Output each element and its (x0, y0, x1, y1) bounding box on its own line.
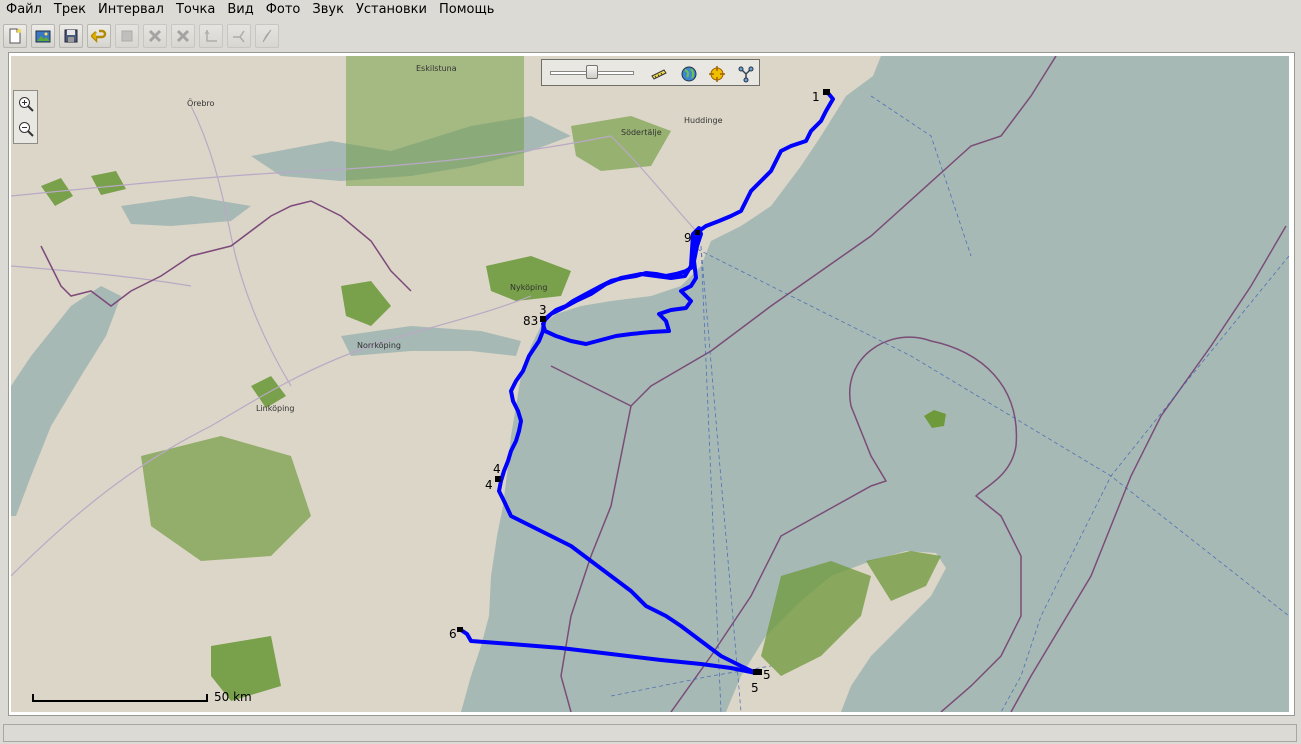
point-label-6: 6 (449, 627, 457, 641)
city-label-orebro: Örebro (187, 98, 215, 108)
city-label-norrkoping: Norrköping (357, 341, 401, 350)
menu-track[interactable]: Трек (48, 0, 92, 20)
menu-audio[interactable]: Звук (306, 0, 350, 20)
edit-button[interactable] (115, 24, 139, 48)
point-label-5b: 5 (751, 681, 759, 695)
city-label-linkoping: Linköping (256, 404, 294, 413)
zoom-in-button[interactable] (14, 91, 37, 116)
menu-bar: Файл Трек Интервал Точка Вид Фото Звук У… (0, 0, 1301, 20)
menu-range[interactable]: Интервал (92, 0, 170, 20)
small-island (924, 410, 946, 428)
undo-icon (91, 29, 107, 44)
point-label-5a: 5 (763, 668, 771, 682)
save-button[interactable] (59, 24, 83, 48)
zoom-out-icon (18, 121, 34, 137)
city-label-sodertalje: Södertälje (621, 128, 662, 137)
menu-settings[interactable]: Установки (350, 0, 433, 20)
delete-point-button[interactable] (143, 24, 167, 48)
status-bar (3, 724, 1297, 742)
ruler-icon[interactable] (650, 65, 668, 83)
split-icon (233, 30, 245, 43)
map-svg: 1 9 3 83 4 4 6 5 5 Eskilstuna Örebro Sto… (11, 56, 1289, 712)
new-button[interactable] (3, 24, 27, 48)
delete-point-icon (148, 29, 162, 43)
point-label-3: 3 (539, 303, 547, 317)
delete-range-button[interactable] (171, 24, 195, 48)
autopan-icon[interactable] (708, 65, 726, 83)
split-button[interactable] (227, 24, 251, 48)
zoom-out-button[interactable] (14, 116, 37, 141)
connect-points-icon[interactable] (737, 65, 755, 83)
undo-button[interactable] (87, 24, 111, 48)
menu-file[interactable]: Файл (0, 0, 48, 20)
transparency-slider-thumb[interactable] (586, 65, 598, 79)
scale-tick-right (206, 694, 208, 702)
zoom-control (13, 90, 38, 144)
connect-icon (204, 30, 217, 42)
scale-tick-left (32, 694, 34, 702)
toolbar (0, 22, 1301, 50)
scale-line (32, 700, 208, 702)
point-label-83: 83 (523, 314, 538, 328)
delete-range-icon (176, 29, 190, 43)
menu-help[interactable]: Помощь (433, 0, 500, 20)
connect-button[interactable] (199, 24, 223, 48)
scale-bar (32, 694, 208, 704)
save-icon (64, 29, 78, 43)
new-icon (9, 28, 21, 44)
point-label-9: 9 (684, 231, 692, 245)
scale-label: 50 km (214, 690, 252, 704)
open-image-icon (35, 30, 51, 43)
city-label-huddinge: Huddinge (684, 116, 723, 125)
point-label-4b: 4 (485, 478, 493, 492)
zoom-in-icon (18, 96, 34, 112)
city-label-nykoping: Nyköping (510, 283, 547, 292)
point-label-4a: 4 (493, 462, 501, 476)
globe-icon[interactable] (680, 65, 698, 83)
open-image-button[interactable] (31, 24, 55, 48)
edit-icon (121, 30, 133, 42)
compass-icon (262, 29, 272, 43)
menu-point[interactable]: Точка (170, 0, 221, 20)
point-label-1: 1 (812, 90, 820, 104)
map-control-panel (541, 59, 760, 86)
menu-view[interactable]: Вид (221, 0, 259, 20)
compass-button[interactable] (255, 24, 279, 48)
city-label-eskilstuna: Eskilstuna (416, 64, 457, 73)
map-canvas[interactable]: 1 9 3 83 4 4 6 5 5 Eskilstuna Örebro Sto… (11, 56, 1289, 712)
menu-photo[interactable]: Фото (260, 0, 307, 20)
